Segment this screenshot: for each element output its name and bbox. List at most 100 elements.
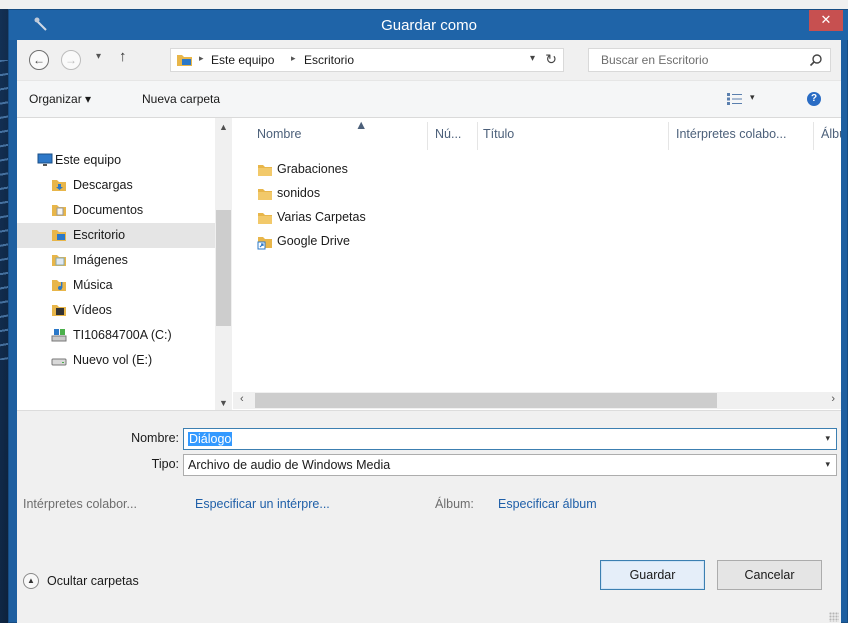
hide-folders-button[interactable]: ▲ Ocultar carpetas [23, 571, 173, 591]
file-name: Google Drive [277, 234, 350, 248]
views-dropdown-icon[interactable]: ▾ [750, 92, 755, 103]
views-icon[interactable] [727, 93, 743, 105]
back-button[interactable]: ← [29, 50, 49, 70]
scroll-thumb[interactable] [255, 393, 717, 408]
dialog-client: ← → ▾ ↑ ▸ Este equipo ▸ Escritorio ▾ ↻ B… [17, 40, 841, 623]
forward-button[interactable]: → [61, 50, 81, 70]
list-item[interactable]: Grabaciones [233, 158, 841, 182]
chevron-down-icon[interactable]: ▾ [825, 459, 830, 470]
column-header-numero[interactable]: Nú... [435, 118, 475, 152]
album-field[interactable]: Especificar álbum [498, 497, 597, 511]
sidebar-item-videos[interactable]: Vídeos [17, 298, 215, 323]
column-header-album[interactable]: Álbu [821, 118, 841, 152]
chevron-down-icon[interactable]: ▾ [825, 433, 830, 444]
search-input[interactable]: Buscar en Escritorio [588, 48, 831, 72]
file-name-label: Nombre: [131, 431, 179, 445]
scroll-left-icon[interactable]: ‹ [240, 393, 244, 405]
file-name: Varias Carpetas [277, 210, 366, 224]
refresh-icon[interactable]: ↻ [545, 51, 557, 68]
folder-icon [258, 213, 272, 224]
videos-folder-icon [52, 305, 66, 316]
column-divider[interactable] [668, 122, 669, 150]
column-header-label: Nú... [435, 127, 462, 141]
column-header-label: Nombre [257, 127, 302, 141]
pictures-folder-icon [52, 255, 66, 266]
file-name: Grabaciones [277, 162, 348, 176]
desktop-folder-icon [177, 55, 192, 66]
navigation-pane: Este equipo Descargas Documentos Escrito… [17, 118, 233, 410]
sidebar-item-escritorio[interactable]: Escritorio [17, 223, 215, 248]
list-item[interactable]: Google Drive [233, 230, 841, 254]
music-folder-icon [52, 280, 66, 291]
command-bar: Organizar ▾ Nueva carpeta ▾ ? [17, 80, 841, 118]
sidebar-item-label: TI10684700A (C:) [73, 328, 172, 342]
column-header-label: Intérpretes colabo... [676, 127, 787, 141]
breadcrumb-escritorio[interactable]: Escritorio [304, 53, 354, 67]
breadcrumb-este-equipo[interactable]: Este equipo [211, 53, 274, 67]
address-bar[interactable]: ▸ Este equipo ▸ Escritorio ▾ ↻ [170, 48, 564, 72]
column-header-nombre[interactable]: Nombre ▲ [257, 118, 427, 152]
column-divider[interactable] [477, 122, 478, 150]
scroll-right-icon[interactable]: › [831, 393, 835, 405]
file-name-value: Diálogo [188, 432, 233, 446]
chevron-down-icon[interactable]: ▾ [530, 53, 535, 64]
sidebar-item-este-equipo[interactable]: Este equipo [17, 148, 215, 173]
column-divider[interactable] [427, 122, 428, 150]
sidebar-item-label: Vídeos [73, 303, 112, 317]
scroll-up-icon[interactable]: ▲ [219, 122, 228, 132]
column-header-label: Título [483, 127, 515, 141]
sidebar-item-label: Imágenes [73, 253, 128, 267]
sidebar-item-drive-e[interactable]: Nuevo vol (E:) [17, 348, 215, 373]
sidebar-item-documentos[interactable]: Documentos [17, 198, 215, 223]
column-header-interpretes[interactable]: Intérpretes colabo... [676, 118, 811, 152]
artists-field[interactable]: Especificar un intérpre... [195, 497, 330, 511]
sidebar-item-descargas[interactable]: Descargas [17, 173, 215, 198]
window-title: Guardar como [381, 17, 477, 34]
sort-ascending-icon: ▲ [355, 118, 368, 132]
column-header-titulo[interactable]: Título [483, 118, 663, 152]
help-icon[interactable]: ? [807, 92, 821, 106]
column-header-label: Álbu [821, 127, 841, 141]
resize-grip[interactable] [829, 612, 839, 622]
file-type-select[interactable]: Archivo de audio de Windows Media ▾ [183, 454, 837, 476]
sidebar-item-label: Música [73, 278, 113, 292]
desktop-top-strip [0, 0, 848, 9]
up-button[interactable]: ↑ [119, 48, 127, 65]
recent-locations-button[interactable]: ▾ [96, 51, 101, 62]
title-bar[interactable]: Guardar como ✕ [9, 10, 848, 40]
album-label: Álbum: [435, 497, 474, 511]
list-item[interactable]: sonidos [233, 182, 841, 206]
sidebar-item-drive-c[interactable]: TI10684700A (C:) [17, 323, 215, 348]
file-type-value: Archivo de audio de Windows Media [188, 458, 391, 472]
file-name-field[interactable]: Diálogo ▾ [183, 428, 837, 450]
horizontal-scrollbar[interactable]: ‹ › [233, 392, 841, 409]
new-folder-button[interactable]: Nueva carpeta [142, 92, 220, 106]
column-divider[interactable] [813, 122, 814, 150]
save-as-dialog: Guardar como ✕ ← → ▾ ↑ ▸ Este equipo ▸ E… [8, 9, 848, 623]
desktop-folder-icon [52, 230, 66, 241]
sidebar-scrollbar[interactable]: ▲ ▼ [215, 118, 232, 410]
file-list: Nombre ▲ Nú... Título Intérpretes colabo… [233, 118, 841, 410]
close-button[interactable]: ✕ [809, 10, 843, 31]
artists-label: Intérpretes colabor... [23, 497, 137, 511]
scroll-thumb[interactable] [216, 210, 231, 326]
search-icon[interactable] [809, 53, 823, 67]
sidebar-item-label: Documentos [73, 203, 144, 217]
folder-icon [258, 165, 272, 176]
sidebar-item-label: Escritorio [73, 228, 126, 242]
search-placeholder: Buscar en Escritorio [601, 53, 709, 67]
drive-e-icon [51, 358, 67, 366]
save-button[interactable]: Guardar [600, 560, 705, 590]
documents-folder-icon [52, 205, 66, 216]
cancel-button[interactable]: Cancelar [717, 560, 822, 590]
sidebar-item-musica[interactable]: Música [17, 273, 215, 298]
folder-icon [258, 189, 272, 200]
save-options-panel: Nombre: Diálogo ▾ Tipo: Archivo de audio… [17, 410, 841, 623]
sidebar-item-imagenes[interactable]: Imágenes [17, 248, 215, 273]
computer-icon [37, 153, 53, 166]
list-item[interactable]: Varias Carpetas [233, 206, 841, 230]
hide-folders-label: Ocultar carpetas [47, 574, 139, 588]
navigation-bar: ← → ▾ ↑ ▸ Este equipo ▸ Escritorio ▾ ↻ B… [17, 40, 841, 80]
scroll-down-icon[interactable]: ▼ [219, 398, 228, 408]
organize-button[interactable]: Organizar ▾ [29, 92, 91, 106]
